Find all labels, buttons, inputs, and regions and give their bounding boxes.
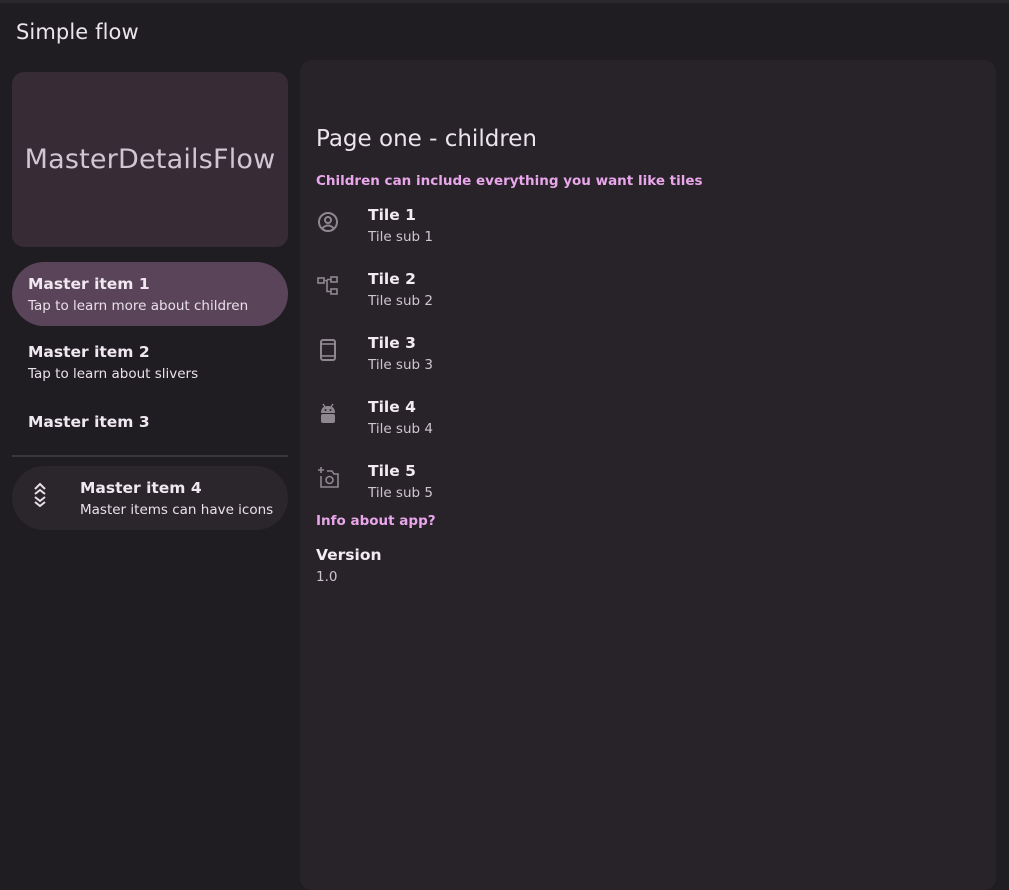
version-title: Version (316, 546, 382, 564)
account-circle-icon (316, 210, 340, 234)
tile-subtitle: Tile sub 3 (368, 357, 433, 373)
tile-title: Tile 4 (368, 398, 416, 416)
app-bar: Simple flow (0, 3, 1009, 59)
master-item-title: Master item 1 (28, 275, 150, 293)
phone-device-icon (316, 338, 340, 362)
master-divider (12, 455, 288, 457)
master-item-title: Master item 3 (28, 413, 150, 431)
tile-title: Tile 1 (368, 206, 416, 224)
master-item-2[interactable]: Master item 2 Tap to learn about slivers (12, 330, 288, 394)
tile-subtitle: Tile sub 1 (368, 229, 433, 245)
tile-1[interactable]: Tile 1 Tile sub 1 (316, 206, 976, 262)
account-tree-icon (316, 274, 340, 298)
add-a-photo-icon (316, 466, 340, 490)
master-item-subtitle: Tap to learn more about children (28, 298, 249, 314)
tile-title: Tile 5 (368, 462, 416, 480)
master-header-card: MasterDetailsFlow (12, 72, 288, 247)
tile-2[interactable]: Tile 2 Tile sub 2 (316, 270, 976, 326)
double-chevron-up-down-icon (32, 482, 48, 508)
section-label-info: Info about app? (316, 513, 436, 529)
tile-subtitle: Tile sub 4 (368, 421, 433, 437)
master-item-title: Master item 4 (80, 479, 202, 497)
tile-title: Tile 3 (368, 334, 416, 352)
app-title: Simple flow (16, 20, 139, 44)
tile-subtitle: Tile sub 2 (368, 293, 433, 309)
master-item-title: Master item 2 (28, 343, 150, 361)
page-title: Page one - children (316, 126, 537, 152)
master-item-subtitle: Master items can have icons (80, 502, 274, 518)
master-item-subtitle: Tap to learn about slivers (28, 366, 199, 382)
android-icon (316, 402, 340, 426)
tile-3[interactable]: Tile 3 Tile sub 3 (316, 334, 976, 390)
tile-subtitle: Tile sub 5 (368, 485, 433, 501)
version-value: 1.0 (316, 569, 338, 585)
master-header-title: MasterDetailsFlow (24, 144, 276, 175)
tile-5[interactable]: Tile 5 Tile sub 5 (316, 462, 976, 518)
section-label-children: Children can include everything you want… (316, 173, 703, 189)
master-item-1[interactable]: Master item 1 Tap to learn more about ch… (12, 262, 288, 326)
master-item-4[interactable]: Master item 4 Master items can have icon… (12, 466, 288, 530)
master-item-3[interactable]: Master item 3 (12, 398, 288, 446)
tile-4[interactable]: Tile 4 Tile sub 4 (316, 398, 976, 454)
tile-title: Tile 2 (368, 270, 416, 288)
